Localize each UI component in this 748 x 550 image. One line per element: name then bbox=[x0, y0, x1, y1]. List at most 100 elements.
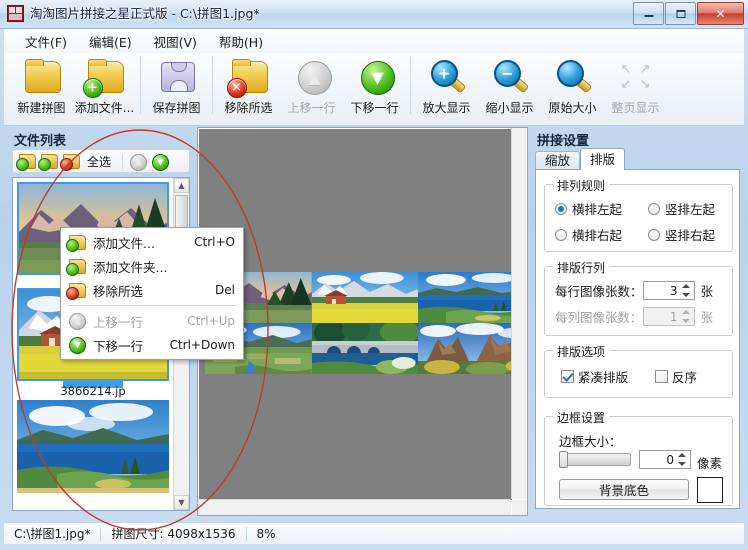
border-size-stepper[interactable]: 0 bbox=[639, 450, 691, 469]
menu-view[interactable]: 视图(V) bbox=[143, 29, 208, 54]
toolbar-save-collage[interactable]: 保存拼图 bbox=[145, 53, 208, 123]
slider-knob[interactable] bbox=[559, 451, 568, 468]
collage-cell bbox=[418, 272, 512, 323]
toolbar-label: 上移一行 bbox=[287, 101, 336, 115]
context-menu-move-down[interactable]: ▼ 下移一行 Ctrl+Down bbox=[61, 333, 243, 357]
move-up-icon: ▲ bbox=[67, 312, 89, 330]
per-col-field: 每列图像张数： 1 张 bbox=[555, 307, 713, 326]
add-folder-icon bbox=[66, 257, 89, 276]
context-menu-move-up: ▲ 上移一行 Ctrl+Up bbox=[61, 309, 243, 333]
list-item[interactable] bbox=[17, 400, 169, 493]
maximize-button[interactable] bbox=[665, 2, 696, 25]
border-size-unit: 像素 bbox=[697, 456, 723, 471]
toolbar-add-file[interactable]: + 添加文件... bbox=[73, 53, 136, 123]
rows-cols-group: 排版行列 每行图像张数： 3 张 每列图像张数： 1 张 bbox=[544, 259, 733, 336]
scroll-down-button[interactable]: ▼ bbox=[174, 495, 189, 510]
context-menu-add-folder[interactable]: 添加文件夹... bbox=[61, 254, 243, 278]
radio-indicator bbox=[648, 202, 660, 215]
group-legend: 排版选项 bbox=[553, 343, 610, 360]
move-down-icon[interactable]: ▼ bbox=[150, 152, 170, 171]
file-list-toolbar: 全选 ▲ ▼ bbox=[12, 149, 190, 173]
per-row-field: 每行图像张数： 3 张 bbox=[555, 281, 713, 300]
context-menu-shortcut: Ctrl+Down bbox=[169, 338, 235, 352]
stepper-arrows-icon[interactable] bbox=[678, 452, 687, 467]
stepper-arrows-icon[interactable] bbox=[681, 283, 691, 298]
preview-canvas-panel bbox=[197, 127, 528, 516]
settings-title: 拼接设置 bbox=[537, 134, 590, 149]
toolbar-separator bbox=[212, 56, 213, 114]
context-menu-label: 下移一行 bbox=[93, 338, 144, 354]
border-settings-group: 边框设置 边框大小： 0 像素 背景底色 bbox=[544, 409, 733, 506]
app-icon bbox=[7, 5, 24, 22]
toolbar-new-collage[interactable]: 新建拼图 bbox=[10, 53, 73, 123]
thumbnail-image bbox=[17, 400, 169, 493]
toolbar-move-down[interactable]: ▼ 下移一行 bbox=[343, 53, 406, 123]
collage-preview bbox=[205, 272, 512, 374]
scroll-up-button[interactable]: ▲ bbox=[174, 178, 189, 193]
radio-horizontal-left[interactable]: 横排左起 bbox=[555, 199, 622, 218]
context-menu-label: 添加文件夹... bbox=[93, 259, 168, 275]
context-menu[interactable]: 添加文件... Ctrl+O 添加文件夹... 移除所选 Del ▲ 上移一行 … bbox=[60, 227, 244, 360]
toolbar-zoom-in[interactable]: + 放大显示 bbox=[415, 53, 478, 123]
add-folder-icon[interactable] bbox=[38, 152, 59, 171]
toolbar-separator bbox=[140, 56, 141, 114]
radio-vertical-left[interactable]: 竖排左起 bbox=[648, 199, 715, 218]
status-file-path: C:\拼图1.jpg* bbox=[14, 527, 91, 541]
checkbox-indicator bbox=[655, 370, 668, 383]
scrollbar-corner bbox=[512, 500, 527, 515]
collage-cell bbox=[418, 323, 512, 374]
canvas-vertical-scrollbar[interactable] bbox=[511, 128, 527, 499]
checkbox-indicator bbox=[561, 370, 574, 383]
actual-size-icon bbox=[552, 57, 594, 97]
preview-canvas[interactable] bbox=[199, 129, 512, 500]
radio-vertical-right[interactable]: 竖排右起 bbox=[648, 225, 715, 244]
tab-scale[interactable]: 缩放 bbox=[535, 151, 581, 170]
collage-cell bbox=[311, 272, 419, 323]
title-bar: 淘淘图片拼接之星正式版 - C:\拼图1.jpg* ✕ bbox=[0, 0, 748, 29]
per-col-label: 每列图像张数： bbox=[555, 310, 643, 325]
remove-selected-icon[interactable] bbox=[60, 152, 81, 171]
per-row-unit: 张 bbox=[700, 284, 714, 299]
toolbar-zoom-out[interactable]: − 缩小显示 bbox=[478, 53, 541, 123]
slider-track bbox=[559, 453, 631, 466]
window-title: 淘淘图片拼接之星正式版 - C:\拼图1.jpg* bbox=[30, 6, 260, 21]
toolbar-remove-selected[interactable]: ✕ 移除所选 bbox=[217, 53, 280, 123]
context-menu-label: 移除所选 bbox=[93, 283, 144, 299]
menu-help[interactable]: 帮助(H) bbox=[208, 29, 274, 54]
window-controls: ✕ bbox=[633, 2, 744, 25]
context-menu-add-file[interactable]: 添加文件... Ctrl+O bbox=[61, 230, 243, 254]
menu-file[interactable]: 文件(F) bbox=[14, 29, 78, 54]
settings-panel: 拼接设置 缩放 排版 排列规则 横排左起 竖排左起 横排右起 竖排右起 排版行列… bbox=[531, 127, 744, 516]
menu-bar: 文件(F) 编辑(E) 视图(V) 帮助(H) bbox=[4, 29, 744, 53]
minimize-button[interactable] bbox=[633, 2, 664, 25]
menu-edit[interactable]: 编辑(E) bbox=[78, 29, 143, 54]
context-menu-separator bbox=[67, 305, 237, 306]
checkbox-reverse-order[interactable]: 反序 bbox=[655, 367, 697, 386]
group-legend: 排版行列 bbox=[553, 259, 610, 276]
border-size-slider[interactable] bbox=[559, 451, 631, 468]
background-color-swatch[interactable] bbox=[697, 477, 723, 503]
background-color-button[interactable]: 背景底色 bbox=[559, 479, 689, 500]
radio-horizontal-right[interactable]: 横排右起 bbox=[555, 225, 622, 244]
close-button[interactable]: ✕ bbox=[697, 2, 744, 25]
checkbox-compact-layout[interactable]: 紧凑排版 bbox=[561, 367, 628, 386]
per-row-stepper[interactable]: 3 bbox=[642, 281, 695, 300]
context-menu-remove-selected[interactable]: 移除所选 Del bbox=[61, 278, 243, 302]
radio-label: 竖排右起 bbox=[665, 228, 716, 243]
tab-layout[interactable]: 排版 bbox=[580, 148, 626, 170]
toolbar-actual-size[interactable]: 原始大小 bbox=[541, 53, 604, 123]
canvas-horizontal-scrollbar[interactable] bbox=[198, 499, 511, 515]
border-size-label: 边框大小： bbox=[559, 434, 622, 449]
context-menu-label: 上移一行 bbox=[93, 314, 144, 330]
add-file-icon[interactable] bbox=[16, 152, 37, 171]
radio-indicator bbox=[648, 228, 660, 241]
zoom-in-icon: + bbox=[426, 57, 468, 97]
toolbar-label: 新建拼图 bbox=[17, 101, 66, 115]
move-up-icon: ▲ bbox=[291, 57, 333, 97]
chevron-up-icon: ▲ bbox=[178, 180, 185, 190]
settings-tabs: 缩放 排版 bbox=[535, 148, 626, 170]
application-window: 淘淘图片拼接之星正式版 - C:\拼图1.jpg* ✕ 文件(F) 编辑(E) … bbox=[0, 0, 748, 550]
toolbar-label: 下移一行 bbox=[350, 101, 399, 115]
add-file-icon: + bbox=[82, 57, 126, 98]
select-all-button[interactable]: 全选 bbox=[87, 153, 111, 170]
